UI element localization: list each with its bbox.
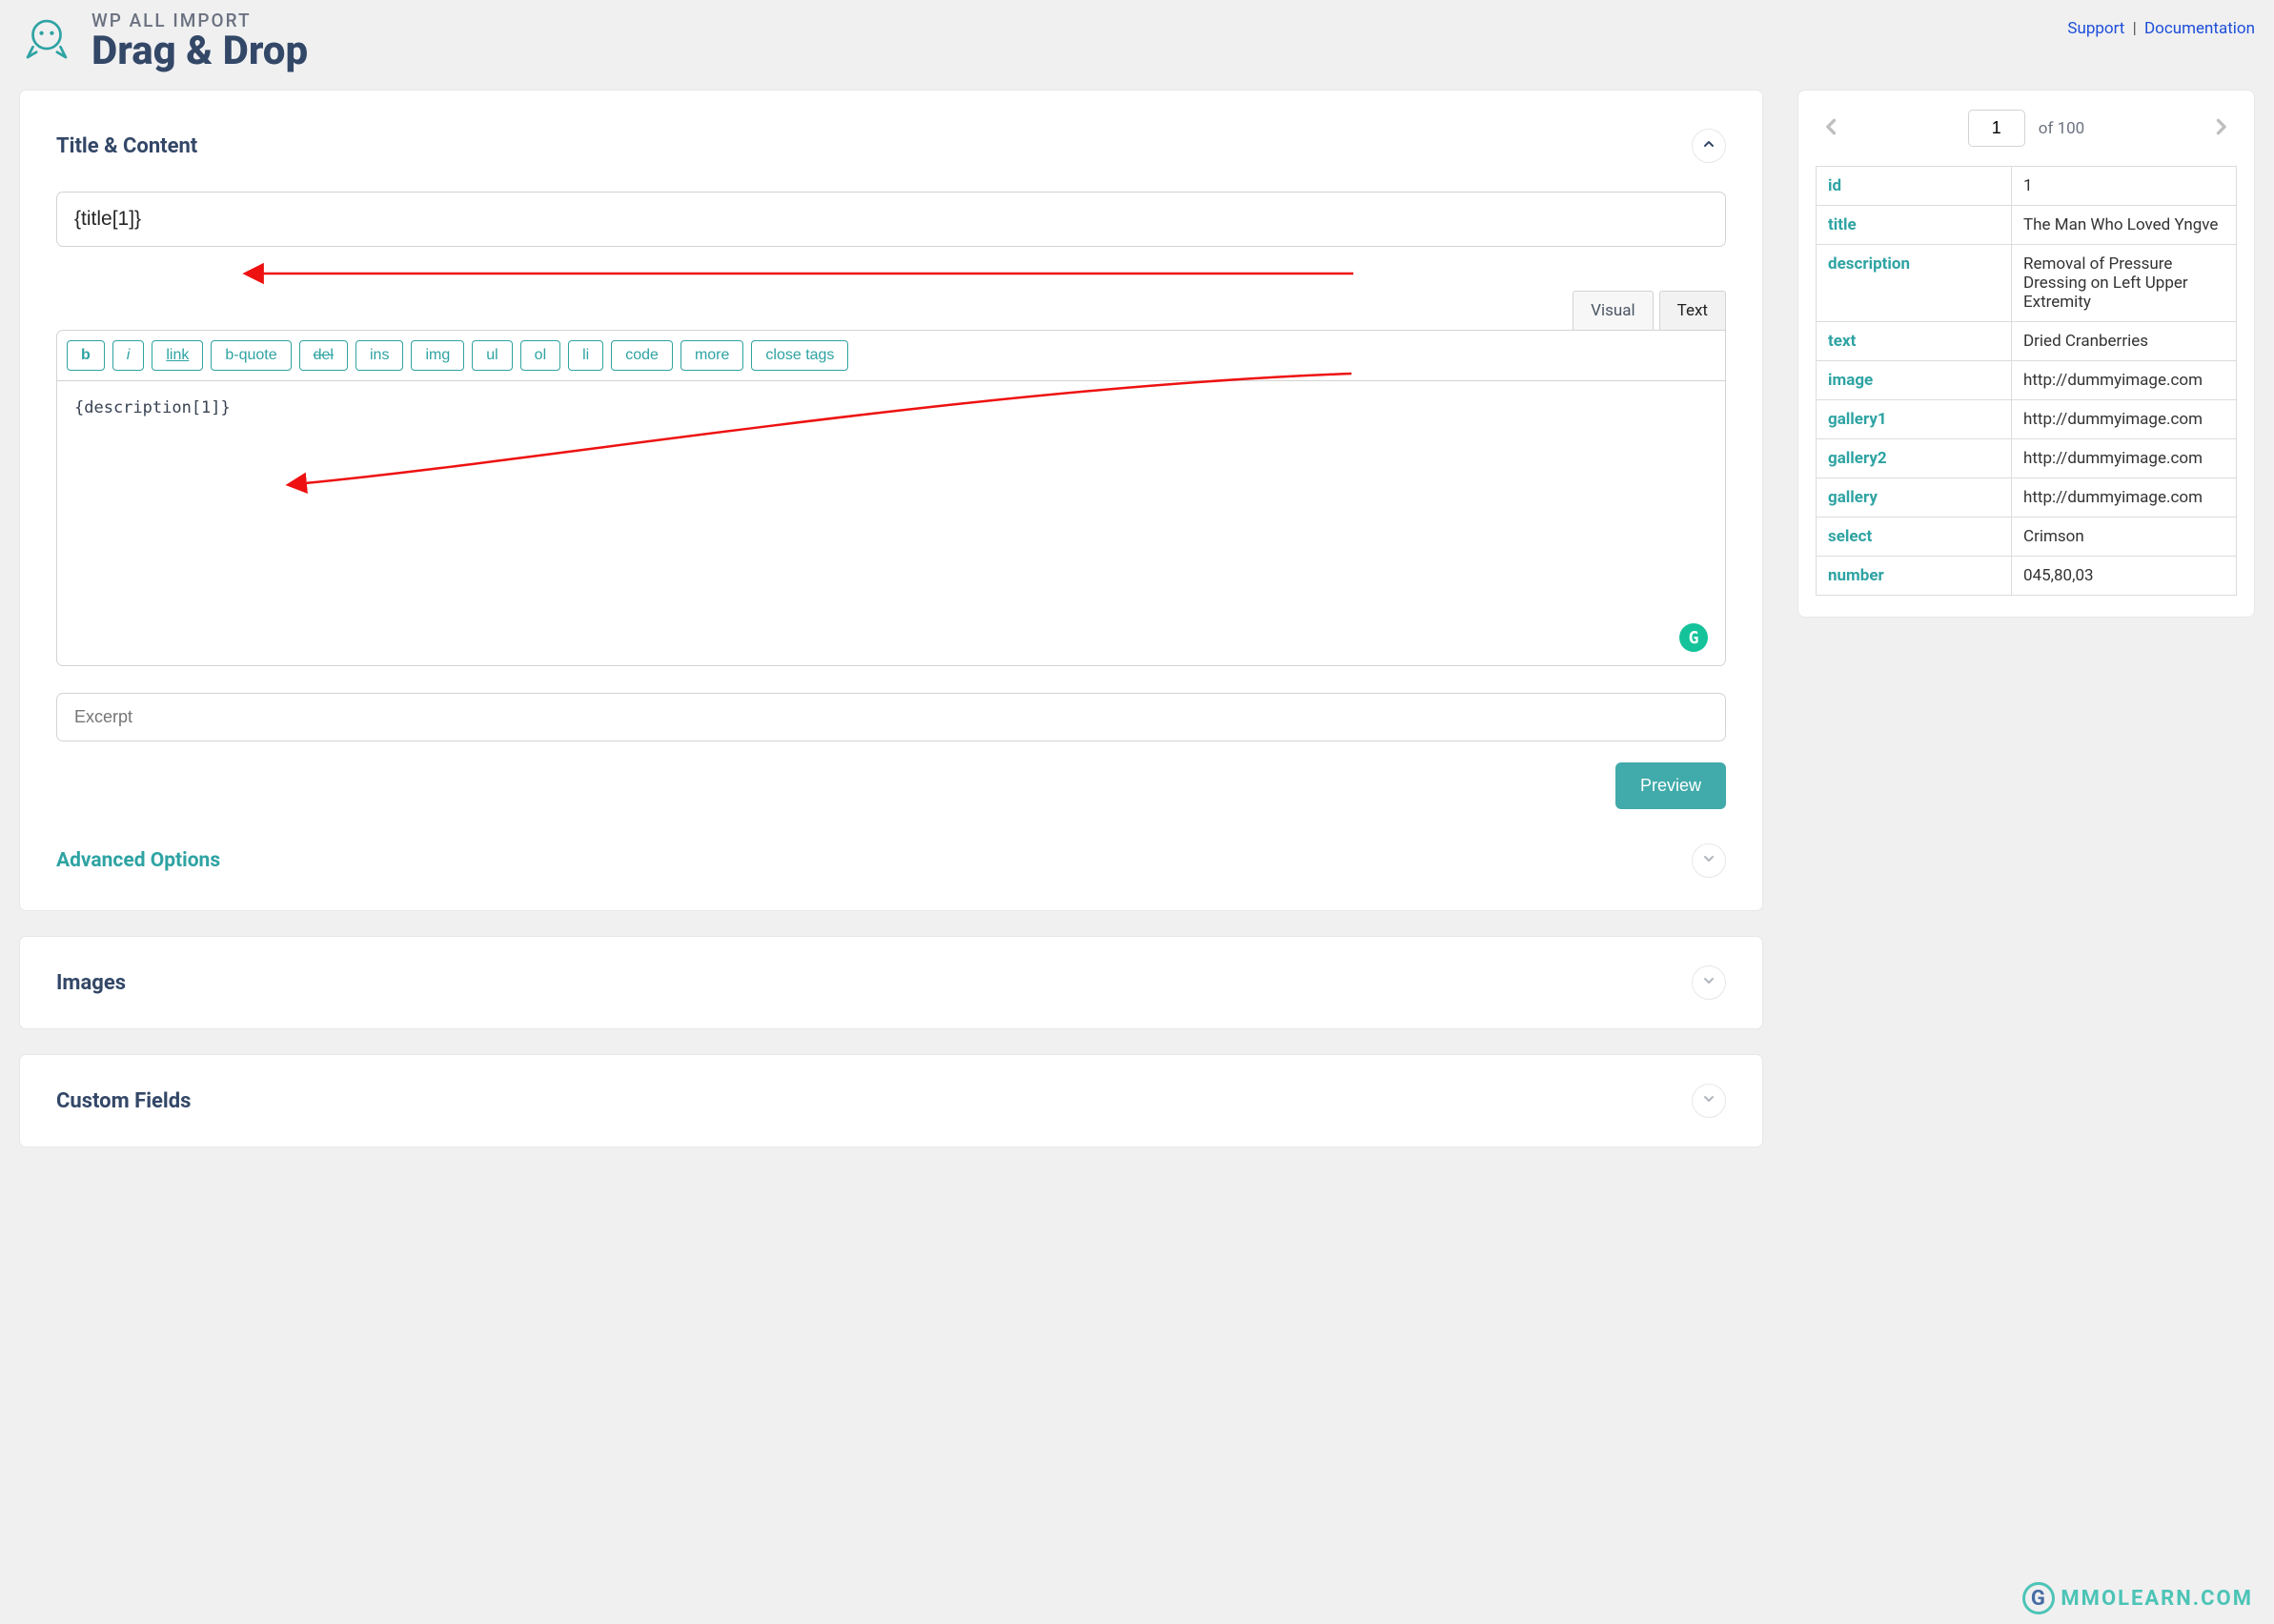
field-value: http://dummyimage.com <box>2012 361 2237 400</box>
chevron-down-icon <box>1701 973 1716 992</box>
field-value: http://dummyimage.com <box>2012 478 2237 518</box>
field-key: gallery2 <box>1817 439 2012 478</box>
field-key: number <box>1817 557 2012 596</box>
editor-content: {description[1]} <box>74 398 231 417</box>
collapse-toggle-advanced[interactable] <box>1692 843 1726 878</box>
field-key: select <box>1817 518 2012 557</box>
section-title-content: Title & Content <box>56 134 197 158</box>
field-key: text <box>1817 322 2012 361</box>
table-row[interactable]: textDried Cranberries <box>1817 322 2237 361</box>
field-key: gallery1 <box>1817 400 2012 439</box>
table-row[interactable]: gallery1http://dummyimage.com <box>1817 400 2237 439</box>
field-value: http://dummyimage.com <box>2012 439 2237 478</box>
toolbar-del-button[interactable]: del <box>299 340 348 371</box>
record-page-input[interactable] <box>1968 110 2025 147</box>
custom-fields-card: Custom Fields <box>19 1054 1763 1147</box>
content-editor: Visual Text b i link b-quote del ins img… <box>56 291 1726 666</box>
toolbar-ul-button[interactable]: ul <box>472 340 512 371</box>
toolbar-close-tags-button[interactable]: close tags <box>751 340 848 371</box>
toolbar-img-button[interactable]: img <box>411 340 464 371</box>
table-row[interactable]: gallery2http://dummyimage.com <box>1817 439 2237 478</box>
table-row[interactable]: imagehttp://dummyimage.com <box>1817 361 2237 400</box>
toolbar-italic-button[interactable]: i <box>112 340 145 371</box>
link-separator: | <box>2129 19 2141 38</box>
app-logo-icon <box>19 12 74 71</box>
watermark-icon: G <box>2022 1582 2055 1614</box>
field-key: id <box>1817 167 2012 206</box>
toolbar-link-button[interactable]: link <box>152 340 203 371</box>
app-header: WP ALL IMPORT Drag & Drop Support | Docu… <box>19 11 2255 72</box>
table-row[interactable]: selectCrimson <box>1817 518 2237 557</box>
title-input[interactable] <box>56 192 1726 247</box>
toolbar-ol-button[interactable]: ol <box>520 340 560 371</box>
collapse-toggle-custom-fields[interactable] <box>1692 1084 1726 1118</box>
images-card: Images <box>19 936 1763 1029</box>
page-title: Drag & Drop <box>91 30 308 72</box>
header-links: Support | Documentation <box>2067 11 2255 38</box>
section-images-label: Images <box>56 971 126 995</box>
chevron-down-icon <box>1701 851 1716 870</box>
chevron-down-icon <box>1701 1091 1716 1110</box>
table-row[interactable]: titleThe Man Who Loved Yngve <box>1817 206 2237 245</box>
grammarly-icon[interactable]: G <box>1679 623 1708 652</box>
brand: WP ALL IMPORT Drag & Drop <box>19 11 308 72</box>
table-row[interactable]: galleryhttp://dummyimage.com <box>1817 478 2237 518</box>
watermark-text: MMOLEARN.COM <box>2061 1587 2253 1611</box>
field-key: description <box>1817 245 2012 322</box>
field-value: http://dummyimage.com <box>2012 400 2237 439</box>
support-link[interactable]: Support <box>2067 19 2124 38</box>
watermark: G MMOLEARN.COM <box>2022 1582 2253 1614</box>
field-value: Dried Cranberries <box>2012 322 2237 361</box>
editor-toolbar: b i link b-quote del ins img ul ol li co… <box>56 330 1726 380</box>
prev-record-button[interactable] <box>1816 112 1848 145</box>
table-row[interactable]: number045,80,03 <box>1817 557 2237 596</box>
toolbar-bold-button[interactable]: b <box>67 340 105 371</box>
toolbar-ins-button[interactable]: ins <box>355 340 403 371</box>
title-content-card: Title & Content Visual Text b <box>19 90 1763 911</box>
tab-visual[interactable]: Visual <box>1573 291 1653 330</box>
field-key: gallery <box>1817 478 2012 518</box>
toolbar-blockquote-button[interactable]: b-quote <box>211 340 291 371</box>
toolbar-more-button[interactable]: more <box>680 340 743 371</box>
field-key: title <box>1817 206 2012 245</box>
chevron-up-icon <box>1701 136 1716 155</box>
table-row[interactable]: descriptionRemoval of Pressure Dressing … <box>1817 245 2237 322</box>
collapse-toggle-images[interactable] <box>1692 965 1726 1000</box>
field-value: Removal of Pressure Dressing on Left Upp… <box>2012 245 2237 322</box>
toolbar-code-button[interactable]: code <box>611 340 673 371</box>
section-custom-fields-label: Custom Fields <box>56 1089 191 1113</box>
collapse-toggle-title-content[interactable] <box>1692 129 1726 163</box>
tab-text[interactable]: Text <box>1659 291 1726 330</box>
record-fields-table: id1titleThe Man Who Loved Yngvedescripti… <box>1816 166 2237 596</box>
advanced-options-label[interactable]: Advanced Options <box>56 849 220 872</box>
field-value: 1 <box>2012 167 2237 206</box>
table-row[interactable]: id1 <box>1817 167 2237 206</box>
next-record-button[interactable] <box>2204 112 2237 145</box>
field-value: The Man Who Loved Yngve <box>2012 206 2237 245</box>
chevron-left-icon <box>1822 113 1841 144</box>
field-key: image <box>1817 361 2012 400</box>
editor-textarea[interactable]: {description[1]} G <box>56 380 1726 666</box>
preview-button[interactable]: Preview <box>1615 762 1726 809</box>
field-value: Crimson <box>2012 518 2237 557</box>
excerpt-input[interactable] <box>56 693 1726 741</box>
documentation-link[interactable]: Documentation <box>2144 19 2255 38</box>
record-preview-panel: of 100 id1titleThe Man Who Loved Yngvede… <box>1797 90 2255 618</box>
toolbar-li-button[interactable]: li <box>568 340 603 371</box>
field-value: 045,80,03 <box>2012 557 2237 596</box>
chevron-right-icon <box>2211 113 2230 144</box>
record-count-text: of 100 <box>2039 119 2085 138</box>
